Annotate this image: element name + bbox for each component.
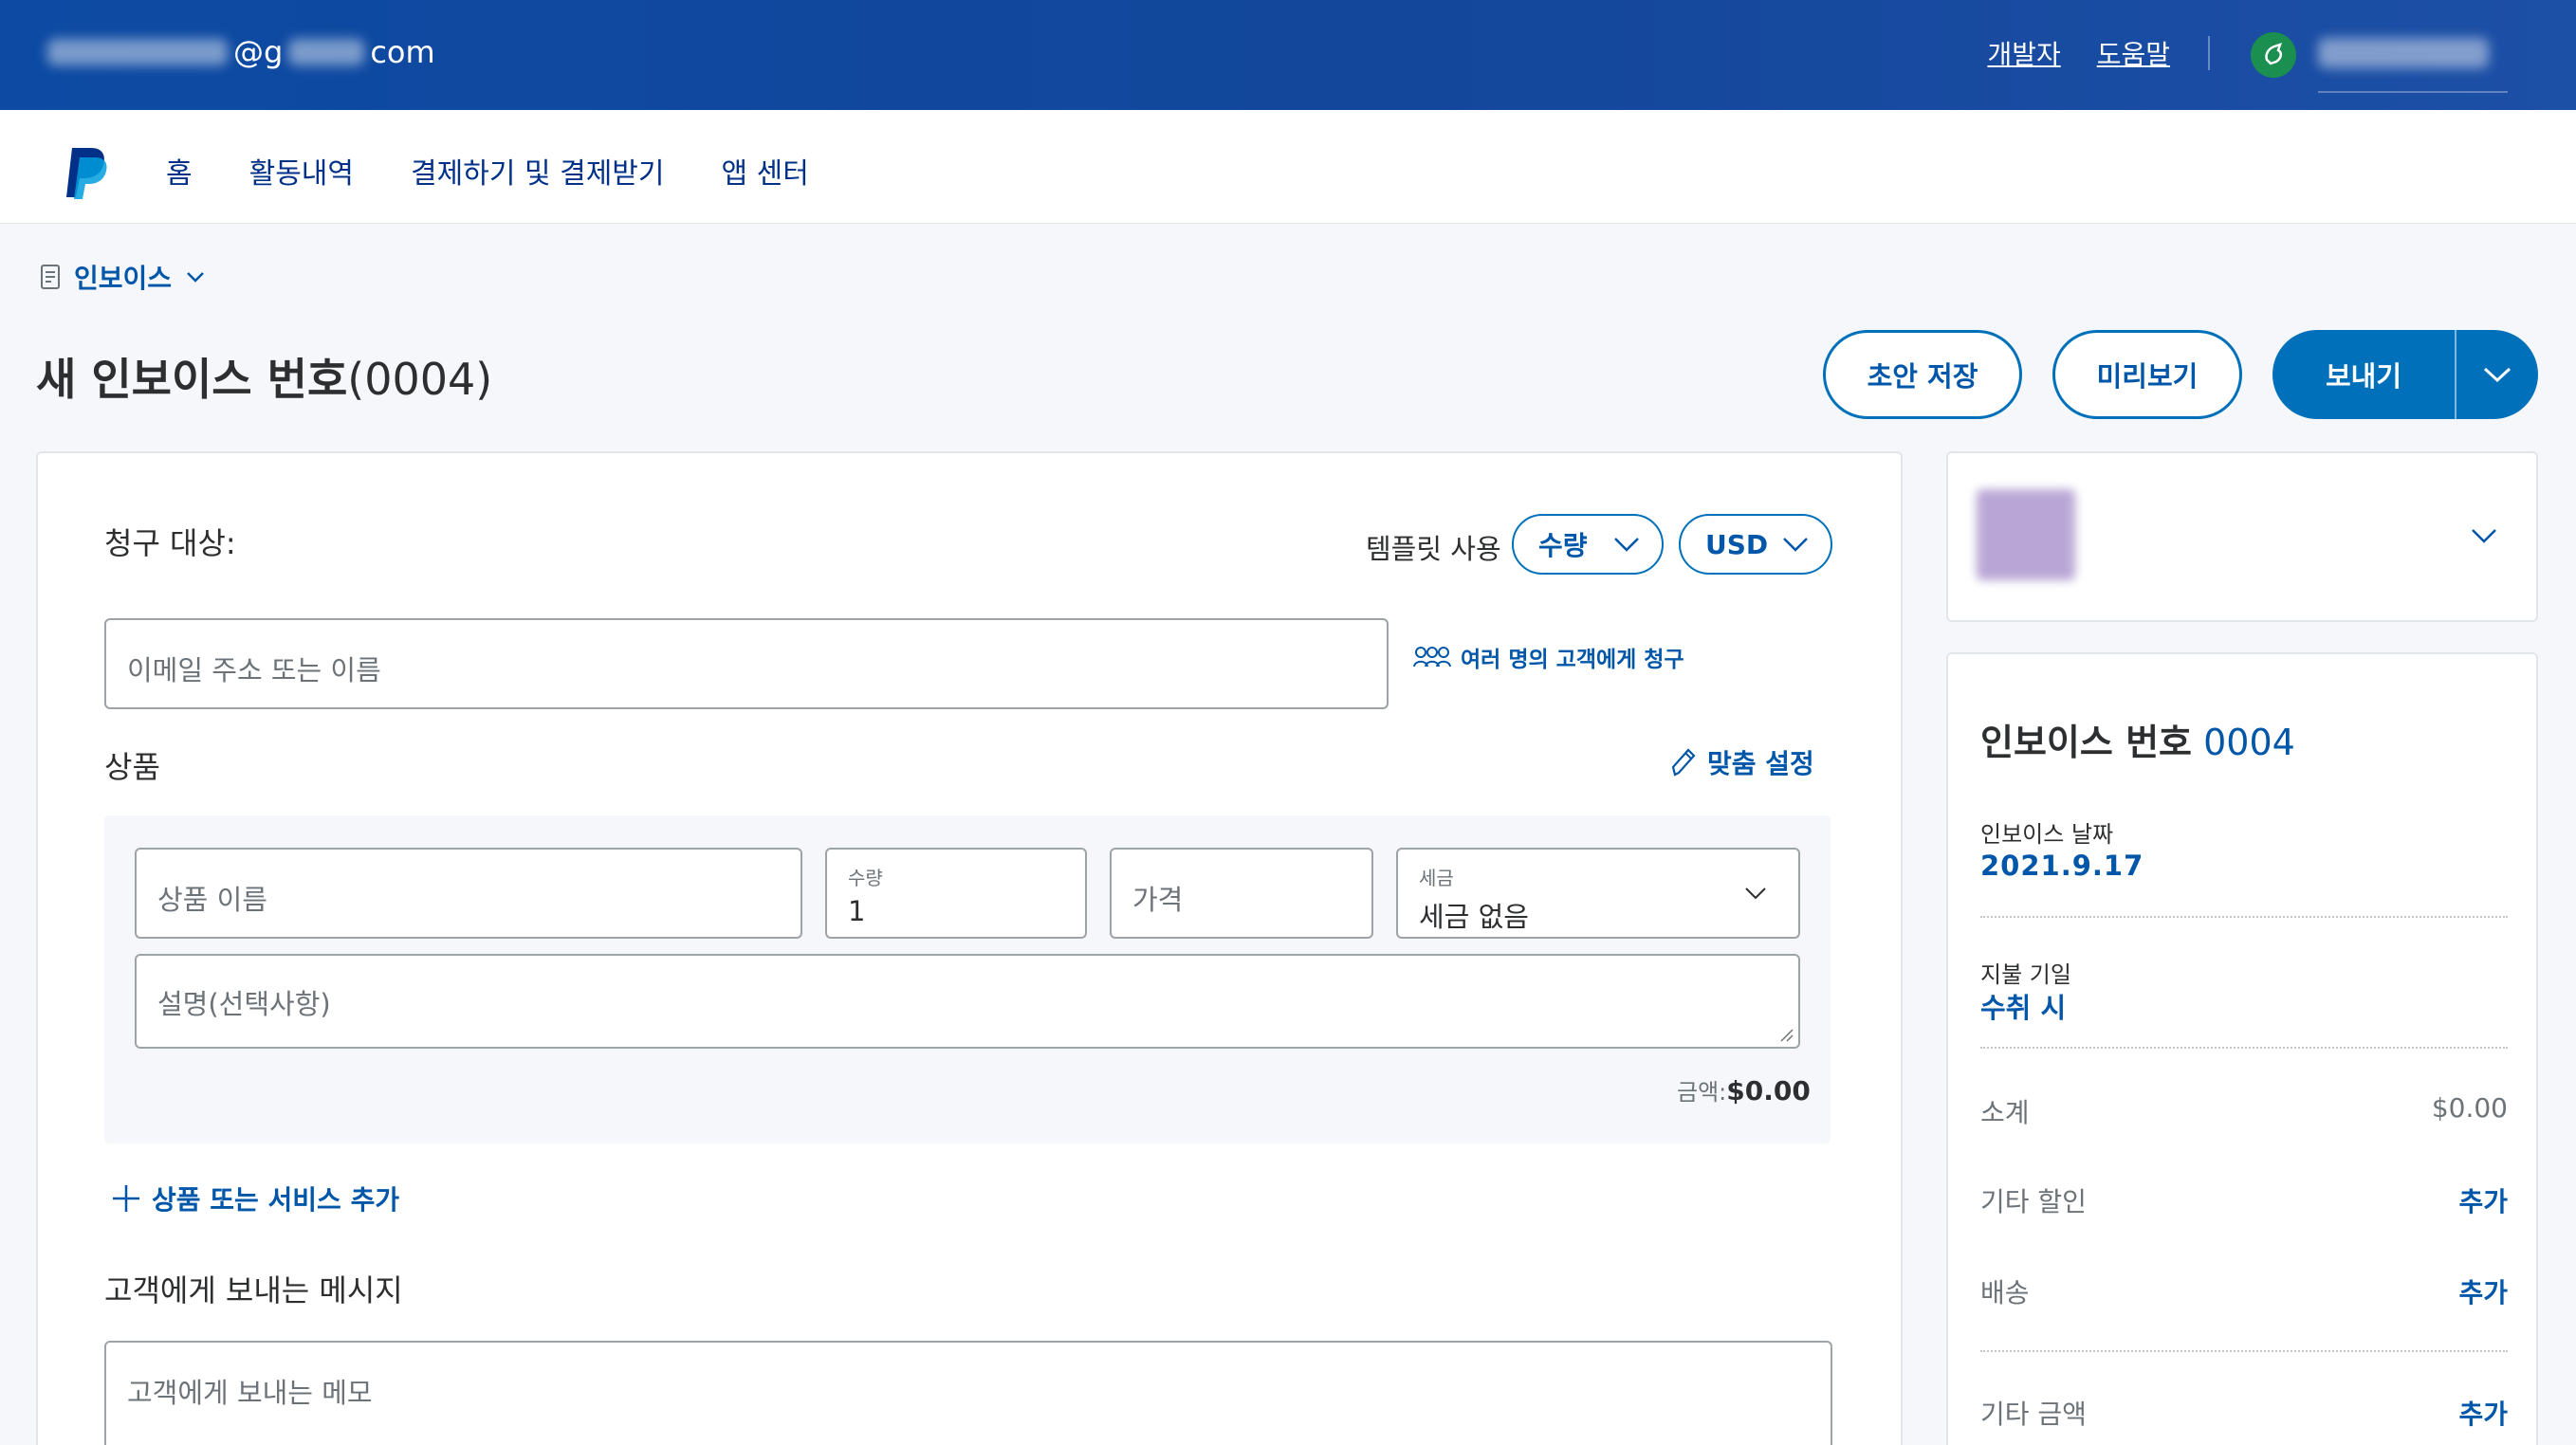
add-discount-link[interactable]: 추가 bbox=[2458, 1181, 2508, 1219]
chevron-down-icon bbox=[1614, 538, 1639, 552]
invoice-date-label: 인보이스 날짜 bbox=[1980, 821, 2114, 848]
currency-select[interactable]: USD bbox=[1679, 514, 1832, 575]
invoice-number-row: 인보이스 번호 0004 bbox=[1980, 713, 2295, 765]
people-icon bbox=[1413, 647, 1451, 668]
divider bbox=[1980, 916, 2508, 918]
resize-handle-icon[interactable] bbox=[1779, 1028, 1794, 1043]
divider bbox=[1980, 1047, 2508, 1049]
other-amount-row: 기타 금액 추가 bbox=[1980, 1394, 2508, 1432]
due-date-value[interactable]: 수취 시 bbox=[1980, 986, 2066, 1026]
template-select[interactable]: 수량 bbox=[1512, 514, 1664, 575]
subtotal-label: 소계 bbox=[1980, 1097, 2030, 1128]
invoice-number-label: 인보이스 번호 bbox=[1980, 722, 2192, 763]
bill-to-label: 청구 대상: bbox=[104, 525, 236, 561]
shipping-label: 배송 bbox=[1980, 1277, 2030, 1308]
help-link[interactable]: 도움말 bbox=[2097, 34, 2170, 72]
items-label: 상품 bbox=[104, 749, 160, 785]
subtotal-value: $0.00 bbox=[2431, 1092, 2508, 1124]
nav-pay-and-get-paid[interactable]: 결제하기 및 결제받기 bbox=[411, 150, 664, 192]
amount-value: $0.00 bbox=[1726, 1075, 1811, 1107]
template-select-value: 수량 bbox=[1538, 530, 1588, 561]
account-email: @g com bbox=[47, 34, 435, 70]
invoice-icon bbox=[41, 265, 60, 289]
save-draft-button[interactable]: 초안 저장 bbox=[1823, 330, 2022, 419]
customize-link[interactable]: 맞춤 설정 bbox=[1669, 743, 1814, 781]
description-placeholder: 설명(선택사항) bbox=[157, 988, 331, 1020]
email-domain: com bbox=[370, 34, 435, 70]
tax-select[interactable]: 세금 세금 없음 bbox=[1396, 848, 1800, 939]
topbar-divider bbox=[2208, 36, 2210, 70]
add-item-label: 상품 또는 서비스 추가 bbox=[152, 1184, 400, 1216]
bill-multiple-customers-link[interactable]: 여러 명의 고객에게 청구 bbox=[1413, 641, 1684, 673]
quantity-label: 수량 bbox=[848, 867, 883, 889]
breadcrumb-label: 인보이스 bbox=[74, 263, 173, 294]
add-other-amount-link[interactable]: 추가 bbox=[2458, 1394, 2508, 1432]
user-name-redacted[interactable] bbox=[2318, 38, 2489, 68]
invoice-summary-card: 인보이스 번호 0004 인보이스 날짜 2021.9.17 지불 기일 수취 … bbox=[1946, 652, 2538, 1445]
top-bar: @g com 개발자 도움말 bbox=[0, 0, 2576, 110]
customer-message-label: 고객에게 보내는 메시지 bbox=[104, 1272, 403, 1308]
add-item-link[interactable]: 상품 또는 서비스 추가 bbox=[110, 1180, 399, 1217]
developer-link[interactable]: 개발자 bbox=[1987, 34, 2060, 72]
customer-message-placeholder: 고객에게 보내는 메모 bbox=[127, 1377, 373, 1409]
send-button[interactable]: 보내기 bbox=[2272, 355, 2455, 394]
chevron-down-icon bbox=[187, 272, 204, 283]
profile-icon bbox=[2265, 43, 2282, 65]
add-shipping-link[interactable]: 추가 bbox=[2458, 1272, 2508, 1310]
recipient-input[interactable]: 이메일 주소 또는 이름 bbox=[104, 618, 1389, 709]
pencil-icon bbox=[1671, 748, 1696, 777]
currency-select-value: USD bbox=[1705, 528, 1769, 560]
item-name-placeholder: 상품 이름 bbox=[157, 884, 267, 916]
nav-activity[interactable]: 활동내역 bbox=[249, 150, 354, 192]
profile-avatar[interactable] bbox=[2251, 32, 2296, 78]
price-placeholder: 가격 bbox=[1132, 884, 1184, 916]
page-title-number: (0004) bbox=[347, 354, 493, 405]
invoice-number-value[interactable]: 0004 bbox=[2203, 722, 2295, 763]
subtotal-row: 소계 $0.00 bbox=[1980, 1092, 2508, 1130]
user-underline bbox=[2318, 91, 2508, 93]
due-date-label: 지불 기일 bbox=[1980, 961, 2071, 988]
email-redacted-name bbox=[47, 39, 228, 65]
invoice-date-value[interactable]: 2021.9.17 bbox=[1980, 850, 2144, 882]
shipping-row: 배송 추가 bbox=[1980, 1272, 2508, 1310]
preview-button[interactable]: 미리보기 bbox=[2052, 330, 2242, 419]
price-input[interactable]: 가격 bbox=[1110, 848, 1373, 939]
discount-label: 기타 할인 bbox=[1980, 1186, 2087, 1217]
paypal-logo[interactable] bbox=[63, 144, 110, 201]
tax-value: 세금 없음 bbox=[1419, 901, 1529, 933]
other-amount-label: 기타 금액 bbox=[1980, 1399, 2087, 1430]
nav-home[interactable]: 홈 bbox=[166, 150, 193, 192]
recipient-placeholder: 이메일 주소 또는 이름 bbox=[127, 654, 381, 686]
breadcrumb[interactable]: 인보이스 bbox=[40, 258, 206, 296]
quantity-value: 1 bbox=[848, 895, 866, 927]
page-title-text: 새 인보이스 번호 bbox=[36, 354, 348, 405]
chevron-down-icon bbox=[2483, 367, 2512, 383]
page-title: 새 인보이스 번호(0004) bbox=[36, 345, 492, 408]
amount-label: 금액: bbox=[1677, 1079, 1727, 1106]
quantity-input[interactable]: 수량 1 bbox=[825, 848, 1087, 939]
main-nav: 홈 활동내역 결제하기 및 결제받기 앱 센터 bbox=[0, 110, 2576, 224]
chevron-down-icon bbox=[1783, 538, 1808, 552]
email-redacted-domain bbox=[288, 39, 365, 65]
nav-app-center[interactable]: 앱 센터 bbox=[722, 150, 809, 192]
tax-label: 세금 bbox=[1419, 867, 1454, 889]
chevron-down-icon[interactable] bbox=[2470, 527, 2498, 544]
customer-message-textarea[interactable]: 고객에게 보내는 메모 bbox=[104, 1341, 1832, 1445]
discount-row: 기타 할인 추가 bbox=[1980, 1181, 2508, 1219]
business-logo-redacted[interactable] bbox=[1977, 489, 2075, 580]
plus-icon bbox=[113, 1185, 139, 1212]
amount-row: 금액:$0.00 bbox=[1677, 1073, 1811, 1107]
send-button-group: 보내기 bbox=[2272, 330, 2538, 419]
divider bbox=[1980, 1350, 2508, 1352]
email-at: @g bbox=[233, 34, 284, 70]
customize-label: 맞춤 설정 bbox=[1707, 748, 1814, 779]
template-label: 템플릿 사용 bbox=[1366, 533, 1501, 565]
description-textarea[interactable]: 설명(선택사항) bbox=[135, 954, 1800, 1049]
chevron-down-icon bbox=[1745, 887, 1766, 900]
item-name-input[interactable]: 상품 이름 bbox=[135, 848, 802, 939]
business-logo-card bbox=[1946, 451, 2538, 622]
send-options-button[interactable] bbox=[2456, 330, 2538, 419]
bill-multiple-label: 여러 명의 고객에게 청구 bbox=[1461, 648, 1684, 672]
